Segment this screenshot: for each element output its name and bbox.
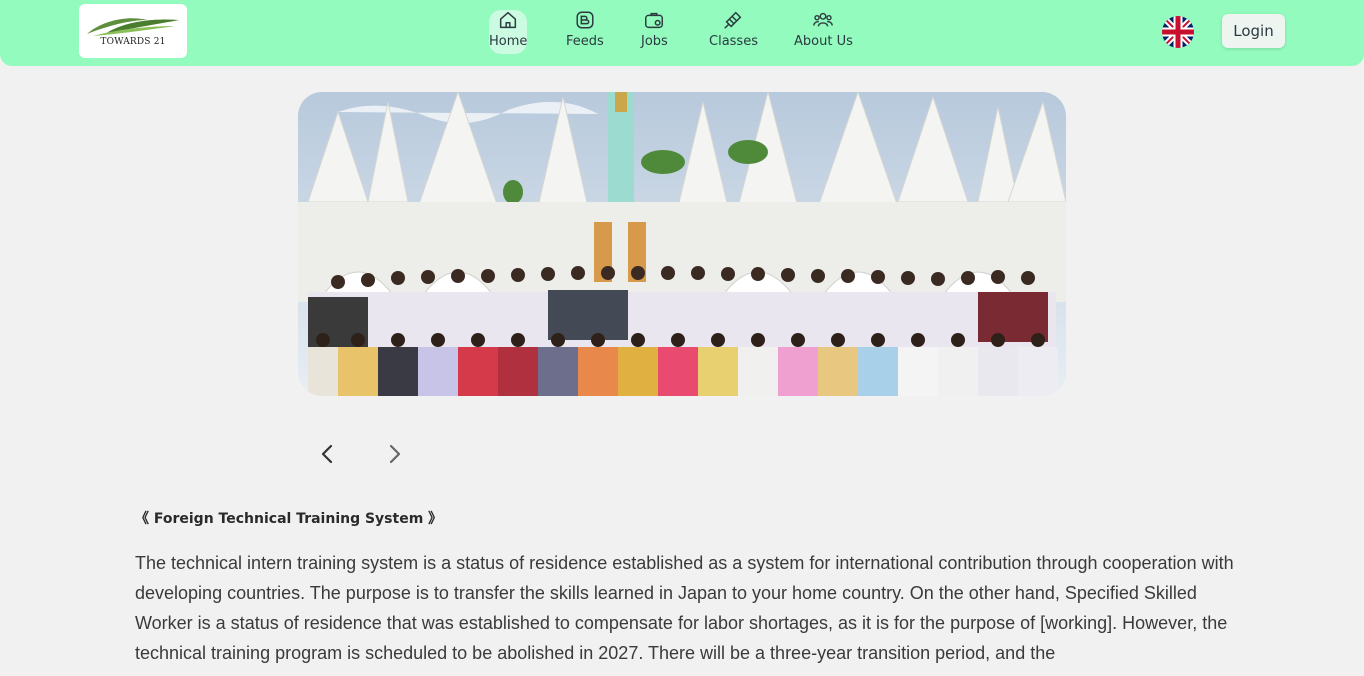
nav-home-label: Home bbox=[489, 34, 528, 49]
chevron-right-icon bbox=[389, 444, 401, 464]
section-heading: 《 Foreign Technical Training System 》 bbox=[135, 511, 443, 527]
nav-about-us-label: About Us bbox=[794, 34, 853, 49]
language-switcher[interactable] bbox=[1162, 16, 1194, 48]
site-logo[interactable]: TOWARDS 21 bbox=[79, 4, 187, 58]
carousel-next-button[interactable] bbox=[382, 442, 406, 466]
group-photo-image bbox=[298, 92, 1066, 396]
nav-feeds[interactable]: Feeds bbox=[566, 8, 604, 56]
uk-flag-icon bbox=[1162, 16, 1194, 48]
classes-icon bbox=[724, 11, 742, 29]
nav-home[interactable]: Home bbox=[489, 8, 527, 56]
about-us-icon bbox=[813, 12, 834, 27]
nav-jobs-label: Jobs bbox=[641, 34, 668, 49]
nav-classes-label: Classes bbox=[709, 34, 758, 49]
section-body-text: The technical intern training system is … bbox=[135, 553, 1234, 663]
feeds-icon bbox=[576, 11, 594, 29]
nav-jobs[interactable]: Jobs bbox=[641, 8, 668, 56]
top-navbar: TOWARDS 21 Home Feeds Jobs Classes About… bbox=[0, 0, 1364, 66]
home-icon bbox=[500, 11, 517, 29]
login-button[interactable]: Login bbox=[1222, 14, 1285, 48]
logo-text: TOWARDS 21 bbox=[100, 37, 166, 47]
jobs-icon bbox=[645, 12, 664, 29]
carousel-prev-button[interactable] bbox=[316, 442, 340, 466]
nav-about-us[interactable]: About Us bbox=[794, 8, 853, 56]
nav-classes[interactable]: Classes bbox=[709, 8, 758, 56]
nav-feeds-label: Feeds bbox=[566, 34, 604, 49]
hero-carousel-image bbox=[298, 92, 1066, 396]
logo-swoosh-icon bbox=[87, 18, 179, 36]
chevron-left-icon bbox=[321, 444, 333, 464]
